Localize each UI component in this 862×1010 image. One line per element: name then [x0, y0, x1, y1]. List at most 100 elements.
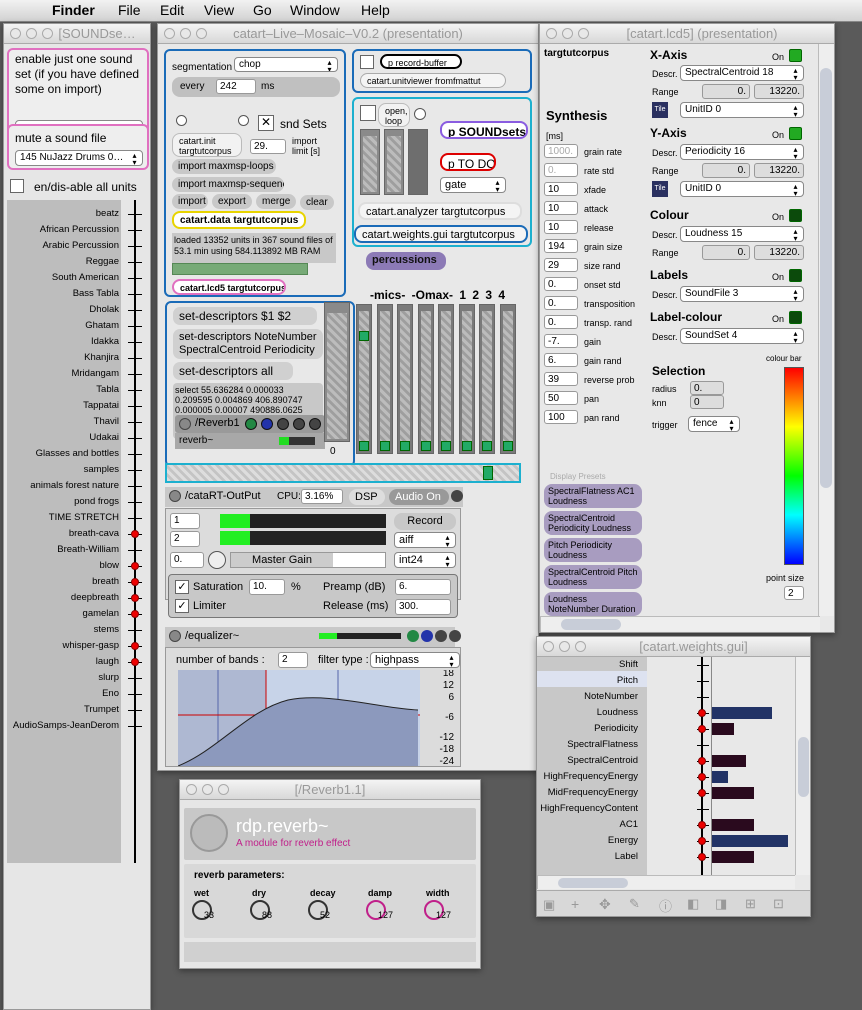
- merge-message[interactable]: merge: [256, 194, 296, 209]
- menu-go[interactable]: Go: [253, 2, 272, 18]
- x-range-max[interactable]: 13220.: [754, 84, 804, 99]
- lcd-hscroll[interactable]: [540, 616, 820, 632]
- add-icon[interactable]: +: [571, 896, 579, 912]
- weight-bar[interactable]: [712, 755, 746, 767]
- soundset-toggles[interactable]: [121, 200, 149, 863]
- menu-help[interactable]: Help: [361, 2, 390, 18]
- scroll-thumb[interactable]: [798, 737, 809, 797]
- menu-file[interactable]: File: [118, 2, 141, 18]
- release-number[interactable]: 300.: [395, 599, 451, 615]
- weight-dot[interactable]: [698, 821, 706, 829]
- gain-number[interactable]: 0.: [170, 552, 204, 568]
- weight-dot[interactable]: [698, 837, 706, 845]
- weights-hscroll[interactable]: [537, 875, 795, 889]
- filter-type-menu[interactable]: highpass: [370, 652, 460, 668]
- synth-param-number[interactable]: 6.: [544, 353, 578, 367]
- mixer-fader[interactable]: [417, 304, 434, 454]
- edit-icon[interactable]: ✎: [629, 896, 640, 912]
- lcd-vscroll[interactable]: [818, 44, 834, 616]
- synth-param-number[interactable]: 1000.: [544, 144, 578, 158]
- zoom-button[interactable]: [42, 28, 53, 39]
- master-fader[interactable]: [324, 302, 350, 442]
- x-descr-menu[interactable]: SpectralCentroid 18: [680, 65, 804, 81]
- position-slider[interactable]: [165, 463, 521, 483]
- soundset-active-dot[interactable]: [131, 658, 139, 666]
- play-toggle[interactable]: [360, 105, 376, 121]
- catart-data-object[interactable]: catart.data targtutcorpus: [172, 211, 306, 229]
- soundset-active-dot[interactable]: [131, 642, 139, 650]
- weight-dot[interactable]: [698, 725, 706, 733]
- fader-thumb[interactable]: [461, 441, 472, 451]
- fader-thumb[interactable]: [400, 441, 410, 451]
- synth-param-number[interactable]: 10: [544, 220, 578, 234]
- channel-2-number[interactable]: 2: [170, 531, 200, 547]
- y-tile-button[interactable]: Tile: [652, 181, 668, 197]
- y-descr-menu[interactable]: Periodicity 16: [680, 144, 804, 160]
- record-buffer-object[interactable]: p record-buffer: [380, 54, 462, 69]
- y-unit-menu[interactable]: UnitID 0: [680, 181, 804, 197]
- fader-thumb[interactable]: [359, 331, 369, 341]
- bypass-icon[interactable]: [293, 418, 305, 430]
- bypass-icon[interactable]: [449, 630, 461, 642]
- percussions-message[interactable]: percussions: [366, 252, 446, 270]
- close-button[interactable]: [543, 641, 554, 652]
- module-menu-icon[interactable]: [179, 418, 191, 430]
- catart-init-object[interactable]: catart.init targtutcorpus: [172, 133, 242, 157]
- add-icon[interactable]: [451, 490, 463, 502]
- synth-param-number[interactable]: 50: [544, 391, 578, 405]
- init-bang[interactable]: [176, 115, 187, 126]
- import-message[interactable]: import: [172, 194, 208, 209]
- weight-dot[interactable]: [698, 709, 706, 717]
- bands-number[interactable]: 2: [278, 652, 308, 668]
- mixer-fader[interactable]: [376, 304, 393, 454]
- minimize-button[interactable]: [26, 28, 37, 39]
- preamp-number[interactable]: 6.: [395, 579, 451, 595]
- grid-icon[interactable]: ⊞: [745, 896, 756, 912]
- open-loop-message[interactable]: open, loop 1: [378, 103, 410, 127]
- mixer-fader[interactable]: [458, 304, 475, 454]
- x-on-toggle[interactable]: [789, 49, 802, 62]
- presentation-icon[interactable]: ⊡: [773, 896, 784, 912]
- radius-number[interactable]: 0.: [690, 381, 724, 395]
- knn-number[interactable]: 0: [690, 395, 724, 409]
- mixer-fader[interactable]: [499, 304, 516, 454]
- set-descriptors-2-message[interactable]: set-descriptors NoteNumber SpectralCentr…: [173, 329, 323, 359]
- info-icon[interactable]: [421, 630, 433, 642]
- menu-finder[interactable]: Finder: [52, 2, 95, 18]
- menu-edit[interactable]: Edit: [160, 2, 184, 18]
- menu-view[interactable]: View: [204, 2, 234, 18]
- fader-thumb[interactable]: [502, 441, 513, 451]
- lock-icon[interactable]: ▣: [543, 897, 555, 913]
- synth-param-number[interactable]: 0.: [544, 277, 578, 291]
- fader-thumb[interactable]: [359, 441, 369, 451]
- zoom-button[interactable]: [196, 28, 207, 39]
- info-icon[interactable]: ⓘ: [659, 896, 672, 915]
- weight-bar[interactable]: [712, 835, 788, 847]
- mixer-fader[interactable]: [479, 304, 495, 454]
- saturation-checkbox[interactable]: ✓: [175, 580, 189, 594]
- weight-dot[interactable]: [698, 853, 706, 861]
- add-icon[interactable]: [309, 418, 321, 430]
- audio-on-button[interactable]: Audio On: [389, 489, 449, 505]
- display-preset-button[interactable]: SpectralCentroid Pitch Loudness: [544, 565, 642, 589]
- y-range-min[interactable]: 0.: [702, 163, 750, 178]
- back-icon[interactable]: ◨: [715, 896, 727, 912]
- power-icon[interactable]: [407, 630, 419, 642]
- x-range-min[interactable]: 0.: [702, 84, 750, 99]
- fader-thumb[interactable]: [441, 441, 451, 451]
- minimize-button[interactable]: [562, 28, 573, 39]
- p-soundsets-object[interactable]: p SOUNDsets: [440, 121, 528, 139]
- mixer-fader[interactable]: [438, 304, 454, 454]
- labels-on-toggle[interactable]: [789, 269, 802, 282]
- gate-menu[interactable]: gate: [440, 177, 506, 193]
- mute-menu[interactable]: 145 NuJazz Drums 0…: [15, 150, 143, 166]
- dsp-button[interactable]: DSP: [349, 489, 385, 505]
- soundset-active-dot[interactable]: [131, 562, 139, 570]
- display-preset-button[interactable]: Loudness NoteNumber Duration: [544, 592, 642, 616]
- snd-sets-toggle[interactable]: ✕: [258, 115, 274, 131]
- import-limit-number[interactable]: 29.: [250, 139, 286, 154]
- catart-analyzer-object[interactable]: catart.analyzer targtutcorpus: [358, 202, 522, 220]
- synth-param-number[interactable]: 0.: [544, 163, 578, 177]
- bitdepth-menu[interactable]: int24: [394, 552, 456, 568]
- segmentation-menu[interactable]: chop: [234, 57, 338, 72]
